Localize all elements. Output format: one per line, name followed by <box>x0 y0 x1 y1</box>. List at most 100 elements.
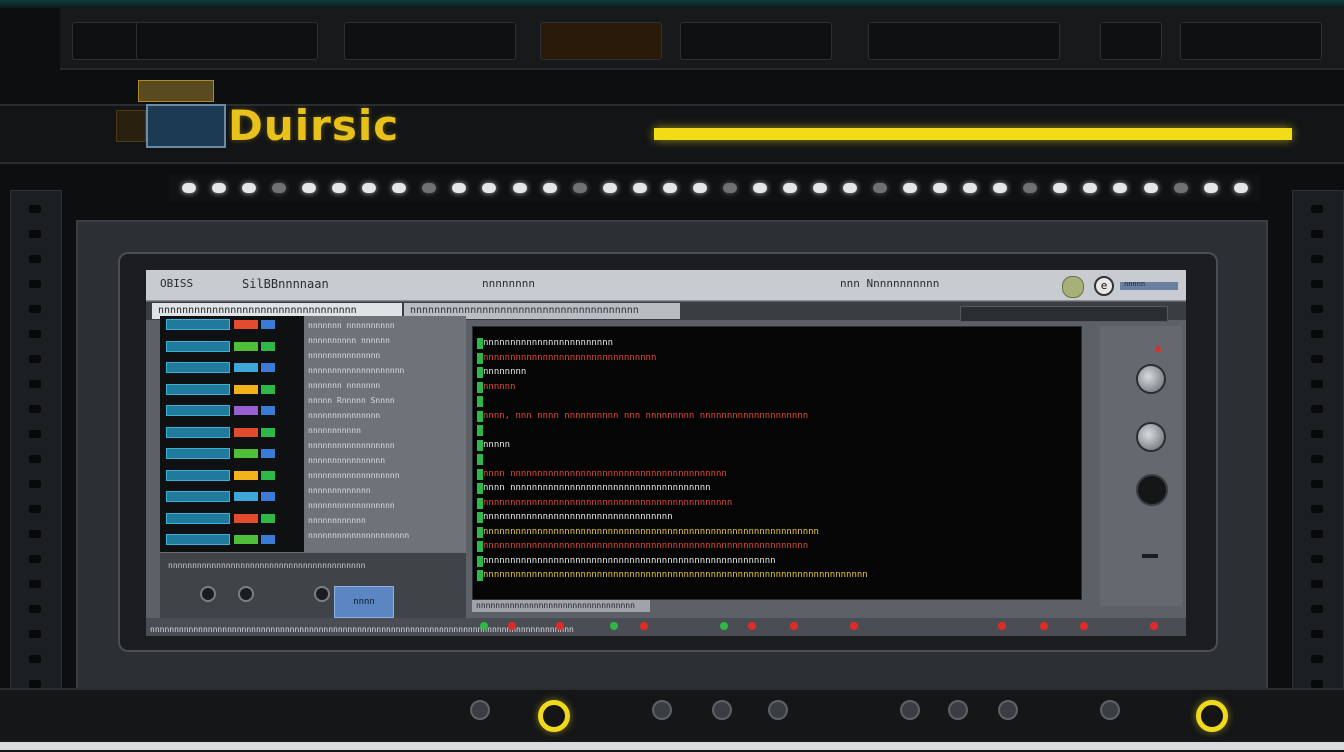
yellow-status-stripe <box>654 128 1292 140</box>
file-chip <box>166 534 230 545</box>
terminal-line: nnnnnnnnnnnnnnnnnnnnnnnn <box>483 338 614 348</box>
right-rack-rail <box>1292 190 1344 712</box>
titlebar-right-text: nnn Nnnnnnnnnnn <box>840 277 940 290</box>
menu-left[interactable]: OBISS <box>160 277 193 290</box>
property-row: nnnnnnnnnnn <box>308 426 361 435</box>
file-list-item[interactable] <box>166 490 298 504</box>
file-list-item[interactable] <box>166 404 298 418</box>
status-dot <box>1040 622 1048 630</box>
status-dot <box>556 622 564 630</box>
property-row: nnnnnnnnnnnnnnnnnnnn <box>308 366 405 375</box>
status-dot <box>610 622 618 630</box>
rail-hole <box>29 605 41 613</box>
status-led <box>242 183 257 193</box>
control-action-button[interactable]: nnnn <box>334 586 394 618</box>
rail-hole <box>1311 205 1323 213</box>
terminal-gutter-mark <box>477 396 483 407</box>
file-list-item[interactable] <box>166 426 298 440</box>
property-row: nnnnnnnnnnnnnnn <box>308 411 381 420</box>
file-list-item[interactable] <box>166 340 298 354</box>
control-knob[interactable] <box>200 586 216 602</box>
port-connector <box>900 700 920 720</box>
volume-knob[interactable] <box>1136 364 1166 394</box>
file-status-mark <box>261 513 275 523</box>
control-knob[interactable] <box>238 586 254 602</box>
terminal-status: nnnnnnnnnnnnnnnnnnnnnnnnnnnnnnnnn <box>472 600 650 612</box>
file-status-mark <box>261 427 275 437</box>
port-connector <box>998 700 1018 720</box>
rail-hole <box>29 330 41 338</box>
file-tag <box>234 320 258 329</box>
status-led <box>1203 183 1218 193</box>
led-indicator-row <box>170 174 1260 202</box>
terminal-gutter-mark <box>477 454 483 465</box>
terminal-line: nnnnnnnnnnnnnnnnnnnnnnnnnnnnnnnnnnnnnnnn… <box>483 555 776 566</box>
port-connector <box>1100 700 1120 720</box>
file-tag <box>234 341 258 351</box>
rail-hole <box>29 580 41 588</box>
file-list-item[interactable] <box>166 447 298 461</box>
status-led <box>1083 183 1098 193</box>
control-strip-label: nnnnnnnnnnnnnnnnnnnnnnnnnnnnnnnnnnnnnnnn… <box>168 561 366 570</box>
file-status-mark <box>261 470 275 480</box>
yellow-ring-indicator <box>538 700 570 732</box>
rail-hole <box>29 355 41 363</box>
file-status-mark <box>261 320 275 329</box>
alert-icon: ▲ <box>1154 340 1162 354</box>
rail-hole <box>1311 330 1323 338</box>
rail-hole <box>1311 680 1323 688</box>
brand-wordmark: Duirsic <box>228 101 400 150</box>
control-knob[interactable] <box>314 586 330 602</box>
status-led <box>1023 183 1038 193</box>
property-row: nnnnnnnnnnnnnnnn <box>308 456 386 465</box>
rack-top-trim <box>0 0 1344 8</box>
file-list-item[interactable] <box>166 383 298 397</box>
file-list-item[interactable] <box>166 318 298 332</box>
status-led <box>212 183 227 193</box>
file-list-item[interactable] <box>166 533 298 547</box>
rail-hole <box>29 530 41 538</box>
file-list-item[interactable] <box>166 469 298 483</box>
status-led <box>542 183 557 193</box>
file-tag <box>234 492 258 501</box>
port-connector <box>652 700 672 720</box>
file-list-item[interactable] <box>166 361 298 375</box>
properties-panel: nnnnnnn nnnnnnnnnn nnnnnnnnnn nnnnnn nnnnn… <box>304 316 466 552</box>
status-bar-text: nnnnnnnnnnnnnnnnnnnnnnnnnnnnnnnnnnnnnnnn… <box>150 625 574 634</box>
status-led <box>963 183 978 193</box>
property-row: nnnnnnnnnnnnn <box>308 486 371 495</box>
rail-hole <box>29 405 41 413</box>
status-led <box>602 183 617 193</box>
rail-hole <box>29 205 41 213</box>
terminal-line: nnnnnnnnnnnnnnnnnnnnnnnnnnnnnnnnnnnnnnnn… <box>483 541 809 551</box>
window-control-text: nnnnn <box>1124 280 1146 288</box>
status-dot <box>508 622 516 630</box>
file-status-mark <box>261 406 275 415</box>
status-led <box>512 183 527 193</box>
file-list-item[interactable] <box>166 512 298 526</box>
status-dot <box>850 622 858 630</box>
file-tag <box>234 449 258 458</box>
adjust-knob[interactable] <box>1136 422 1166 452</box>
rail-hole <box>29 480 41 488</box>
port-connector <box>768 700 788 720</box>
help-icon[interactable]: e <box>1094 276 1114 296</box>
file-status-mark <box>261 384 275 394</box>
file-chip <box>166 362 230 373</box>
rail-hole <box>1311 630 1323 638</box>
rail-hole <box>29 380 41 388</box>
bay-module <box>136 22 318 60</box>
rail-hole <box>1311 505 1323 513</box>
file-list-panel <box>160 316 304 552</box>
terminal-output[interactable]: nnnnnnnnnnnnnnnnnnnnnnnn nnnnnnnnnnnnnnnn… <box>472 326 1082 600</box>
window-minimize-button[interactable] <box>1062 276 1084 298</box>
rail-hole <box>1311 280 1323 288</box>
rail-hole <box>1311 580 1323 588</box>
panel-slot <box>1142 554 1158 558</box>
status-led <box>873 183 888 193</box>
status-led <box>332 183 347 193</box>
rail-hole <box>1311 355 1323 363</box>
power-icon[interactable] <box>1136 474 1168 506</box>
status-led <box>1233 183 1248 193</box>
bay-module <box>1180 22 1322 60</box>
